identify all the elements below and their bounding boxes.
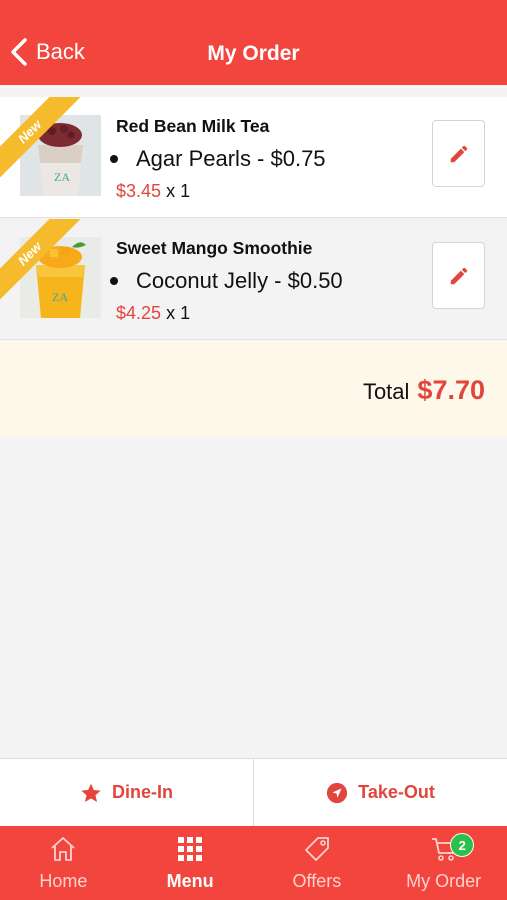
pencil-icon bbox=[450, 145, 467, 162]
item-addon: Coconut Jelly - $0.50 bbox=[110, 268, 343, 294]
page-title: My Order bbox=[207, 42, 300, 65]
bullet bbox=[110, 277, 118, 285]
total-amount: $7.70 bbox=[417, 375, 485, 405]
tab-home[interactable]: Home bbox=[0, 826, 127, 900]
item-name: Red Bean Milk Tea bbox=[116, 116, 270, 136]
order-type-selector: Dine-In Take-Out bbox=[0, 758, 507, 826]
tab-my-order-label: My Order bbox=[406, 871, 482, 891]
tab-home-label: Home bbox=[39, 871, 88, 891]
dine-in-label: Dine-In bbox=[112, 782, 173, 802]
total-label: Total bbox=[362, 379, 410, 404]
item-price: $3.45 bbox=[116, 181, 162, 201]
tab-menu-label: Menu bbox=[166, 871, 214, 891]
take-out-button[interactable]: Take-Out bbox=[253, 759, 507, 826]
item-price-line: $3.45 x 1 bbox=[116, 181, 190, 202]
tag-icon bbox=[304, 837, 329, 861]
tab-offers[interactable]: Offers bbox=[254, 826, 381, 900]
tab-offers-label: Offers bbox=[292, 871, 342, 891]
item-price: $4.25 bbox=[116, 303, 162, 323]
pencil-icon bbox=[450, 267, 467, 284]
grid-icon bbox=[178, 837, 203, 861]
edit-item-button[interactable] bbox=[432, 120, 485, 187]
navigation-arrow-icon bbox=[327, 782, 348, 803]
svg-text:ZA: ZA bbox=[54, 170, 70, 184]
star-icon bbox=[81, 783, 101, 802]
item-thumbnail: ZA New bbox=[0, 219, 105, 329]
order-item: ZA New Red Bean Milk Tea Agar Pearls - $… bbox=[0, 97, 507, 218]
bullet bbox=[110, 155, 118, 163]
item-thumbnail: ZA New bbox=[0, 97, 105, 207]
tab-menu[interactable]: Menu bbox=[127, 826, 254, 900]
take-out-label: Take-Out bbox=[358, 782, 435, 802]
item-name: Sweet Mango Smoothie bbox=[116, 238, 313, 258]
dine-in-button[interactable]: Dine-In bbox=[0, 759, 253, 826]
addon-text: Agar Pearls - $0.75 bbox=[136, 146, 326, 171]
order-item: ZA New Sweet Mango Smoothie Coconut Jell… bbox=[0, 219, 507, 340]
order-total: Total $7.70 bbox=[363, 375, 485, 406]
total-bar: Total $7.70 bbox=[0, 341, 507, 437]
home-icon bbox=[51, 837, 75, 861]
tab-my-order[interactable]: 2 My Order bbox=[380, 826, 507, 900]
item-price-line: $4.25 x 1 bbox=[116, 303, 190, 324]
app-header: Back My Order bbox=[0, 0, 507, 85]
edit-item-button[interactable] bbox=[432, 242, 485, 309]
svg-text:ZA: ZA bbox=[52, 290, 68, 304]
addon-text: Coconut Jelly - $0.50 bbox=[136, 268, 343, 293]
item-quantity: x 1 bbox=[166, 181, 191, 201]
cart-count-badge: 2 bbox=[450, 833, 475, 857]
tab-bar: Home Menu Offers 2 My Order bbox=[0, 826, 507, 900]
item-addon: Agar Pearls - $0.75 bbox=[110, 146, 326, 172]
item-quantity: x 1 bbox=[166, 303, 191, 323]
